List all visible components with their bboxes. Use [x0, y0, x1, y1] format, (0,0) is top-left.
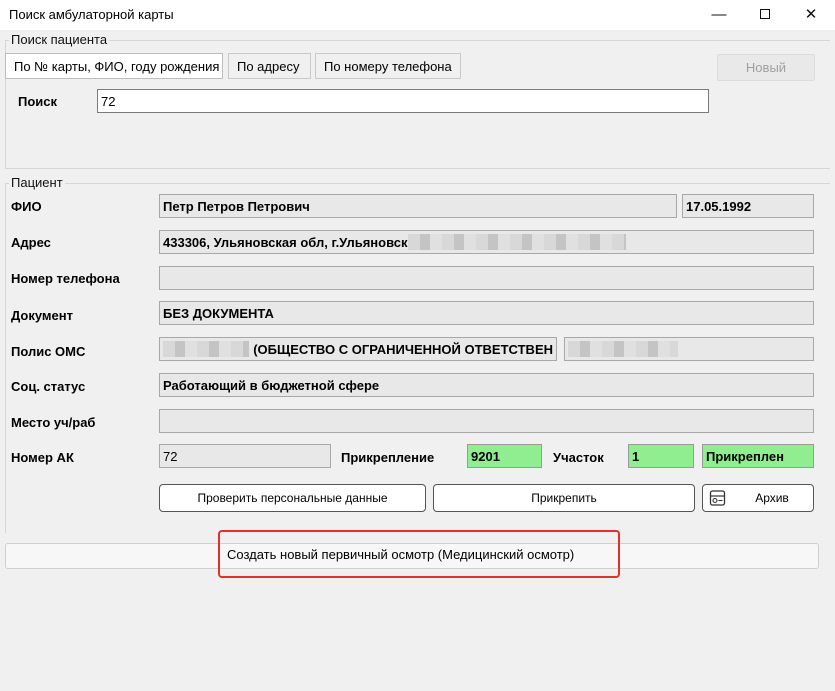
workplace-field[interactable] — [159, 409, 814, 433]
document-field[interactable]: БЕЗ ДОКУМЕНТА — [159, 301, 814, 325]
area-label: Участок — [553, 450, 604, 465]
patient-group-label: Пациент — [9, 175, 65, 190]
attachment-field[interactable]: 9201 — [467, 444, 542, 468]
ak-number-label: Номер АК — [11, 450, 74, 465]
archive-button[interactable]: Архив — [702, 484, 814, 512]
policy-field[interactable]: (ОБЩЕСТВО С ОГРАНИЧЕННОЙ ОТВЕТСТВЕН — [159, 337, 557, 361]
search-group-border-bottom — [5, 168, 830, 169]
window-title: Поиск амбулаторной карты — [9, 7, 174, 22]
verify-personal-data-button[interactable]: Проверить персональные данные — [159, 484, 426, 512]
search-group-label: Поиск пациента — [9, 32, 110, 47]
address-label: Адрес — [11, 235, 51, 250]
highlight-box — [218, 530, 620, 578]
attachment-label: Прикрепление — [341, 450, 435, 465]
fio-label: ФИО — [11, 199, 42, 214]
tab-by-address[interactable]: По адресу — [228, 53, 311, 79]
title-bar: Поиск амбулаторной карты — ✕ — [0, 0, 835, 30]
new-button[interactable]: Новый — [717, 54, 815, 81]
patient-group-border-left — [5, 183, 6, 533]
close-button[interactable]: ✕ — [788, 0, 834, 28]
policy-label: Полис ОМС — [11, 344, 86, 359]
attachment-status-field[interactable]: Прикреплен — [702, 444, 814, 468]
maximize-button[interactable] — [742, 0, 788, 28]
maximize-icon — [760, 9, 770, 19]
redacted-policy-number — [163, 341, 250, 357]
search-group-border — [5, 40, 830, 41]
social-status-label: Соц. статус — [11, 379, 86, 394]
policy-extra-field[interactable] — [564, 337, 814, 361]
phone-label: Номер телефона — [11, 271, 120, 286]
archive-icon — [709, 490, 726, 506]
workplace-label: Место уч/раб — [11, 415, 96, 430]
fio-field[interactable]: Петр Петров Петрович — [159, 194, 677, 218]
birth-date-field[interactable]: 17.05.1992 — [682, 194, 814, 218]
ak-number-field[interactable]: 72 — [159, 444, 331, 468]
address-field[interactable]: 433306, Ульяновская обл, г.Ульяновск — [159, 230, 814, 254]
patient-group-border — [5, 183, 830, 184]
minimize-button[interactable]: — — [696, 0, 742, 28]
tab-by-card[interactable]: По № карты, ФИО, году рождения — [5, 53, 223, 79]
area-field[interactable]: 1 — [628, 444, 694, 468]
archive-button-label: Архив — [755, 491, 789, 505]
document-label: Документ — [11, 308, 73, 323]
policy-company: (ОБЩЕСТВО С ОГРАНИЧЕННОЙ ОТВЕТСТВЕН — [253, 341, 553, 357]
social-status-field[interactable]: Работающий в бюджетной сфере — [159, 373, 814, 397]
tab-by-phone[interactable]: По номеру телефона — [315, 53, 461, 79]
phone-field[interactable] — [159, 266, 814, 290]
search-label: Поиск — [18, 94, 58, 109]
redacted-address — [407, 234, 626, 250]
redacted-policy-extra — [568, 341, 678, 357]
address-value: 433306, Ульяновская обл, г.Ульяновск — [163, 234, 408, 250]
attach-button[interactable]: Прикрепить — [433, 484, 695, 512]
search-input[interactable]: 72 — [97, 89, 709, 113]
